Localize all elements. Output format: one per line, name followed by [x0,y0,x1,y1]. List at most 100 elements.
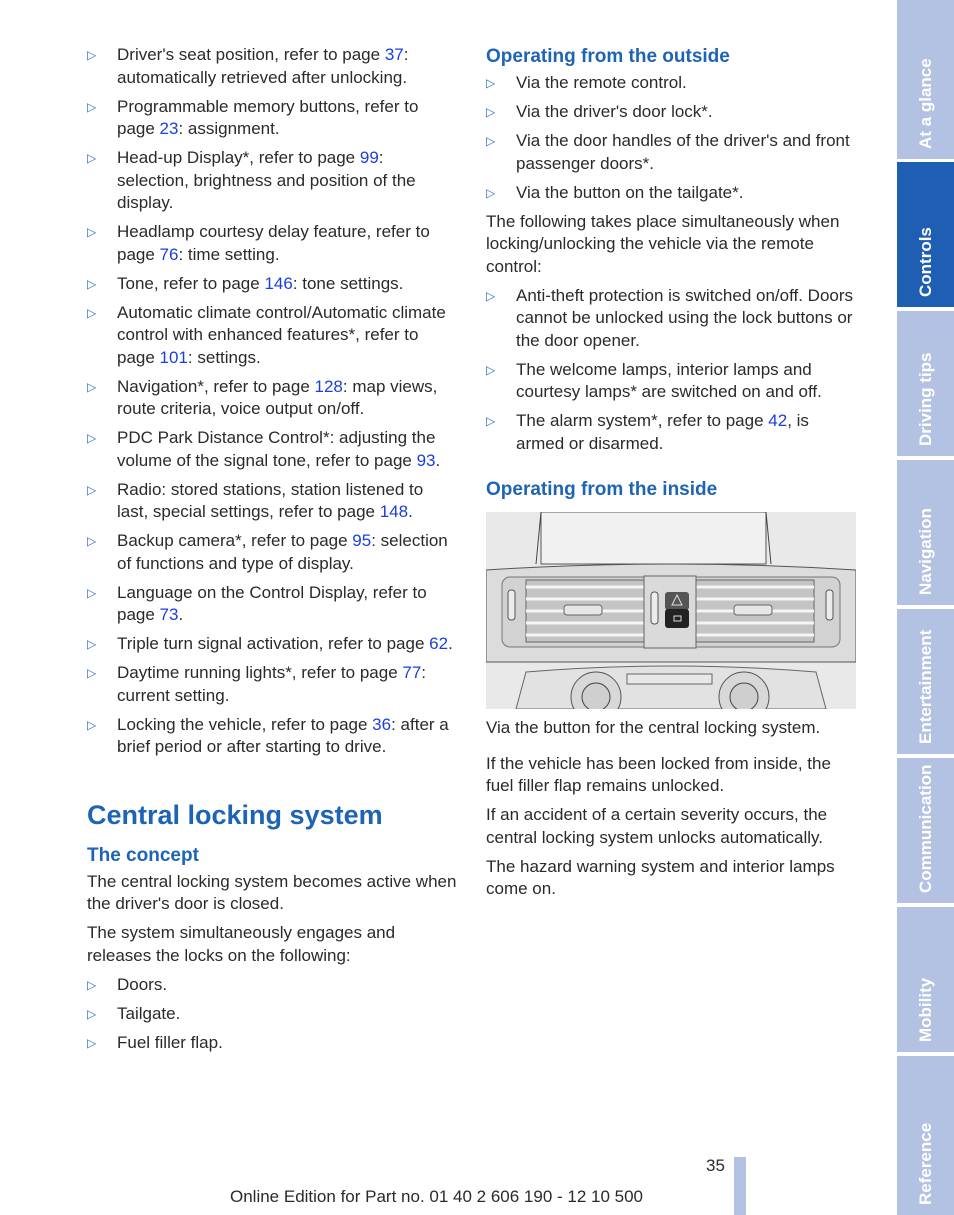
tab-controls[interactable]: Controls [897,162,954,307]
item-text: Via the driver's door lock*. [516,102,713,121]
item-text: PDC Park Distance Control*: adjusting th… [117,428,436,470]
page-reference-link[interactable]: 146 [264,274,292,293]
item-text: Locking the vehicle, refer to page [117,714,373,734]
tab-label: Entertainment [915,629,935,744]
bullet-triangle-icon: ▷ [87,717,97,732]
section-title: Central locking system [87,799,383,830]
list-item: ▷ Doors. [87,974,459,997]
bullet-triangle-icon: ▷ [87,151,97,165]
bullet-triangle-icon: ▷ [87,977,97,992]
bullet-triangle-icon: ▷ [486,76,496,90]
inside-heading: Operating from the inside [486,479,718,500]
item-text: Head-up Display*, refer to page [117,148,360,167]
list-item: ▷ Via the driver's door lock*. [486,101,858,124]
item-text: Anti-theft protection is switched on/off… [516,285,854,350]
tab-at-a-glance[interactable]: At a glance [897,0,954,159]
bullet-triangle-icon: ▷ [486,414,496,428]
page-reference-link[interactable]: 128 [315,377,343,396]
page-reference-link[interactable]: 76 [160,245,179,264]
item-text: : settings. [187,347,261,367]
list-item: ▷ Head-up Display*, refer to page 99: sel… [87,147,459,215]
bullet-triangle-icon: ▷ [486,362,496,377]
item-text: Driver's seat position, refer to page [117,45,385,64]
console-illustration [486,512,856,709]
concept-heading: The concept [87,844,199,866]
page-reference-link[interactable]: 95 [352,531,371,550]
tab-mobility[interactable]: Mobility [897,907,954,1052]
concept-list: ▷ Doors. ▷ Tailgate. ▷ Fuel filler flap. [87,974,459,1055]
page-reference-link[interactable]: 93 [417,451,436,470]
item-text: : tone settings. [292,273,404,293]
item-text: Daytime running lights*, refer to page [117,663,403,682]
list-item: ▷ Via the button on the tailgate*. [486,182,858,205]
bullet-triangle-icon: ▷ [87,1035,97,1050]
page-reference-link[interactable]: 73 [160,605,179,624]
list-item: ▷ Headlamp courtesy delay feature, refer … [87,221,459,266]
chapter-tab-sidebar: At a glance Controls Driving tips Naviga… [897,0,954,1215]
item-text: Tailgate. [117,1003,181,1023]
bullet-triangle-icon: ▷ [87,534,97,548]
bullet-triangle-icon: ▷ [87,305,97,320]
tab-communication[interactable]: Communication [897,758,954,903]
page-reference-link[interactable]: 42 [768,411,787,430]
list-item: ▷ Daytime running lights*, refer to page … [87,662,459,707]
outside-para: The following takes place simultaneously… [486,211,840,276]
item-text: The alarm system*, refer to page [516,411,769,430]
list-item: ▷ Via the door handles of the driver's an… [486,130,858,175]
list-item: ▷ Anti-theft protection is switched on/of… [486,285,858,353]
tab-driving-tips[interactable]: Driving tips [897,311,954,456]
bullet-triangle-icon: ▷ [486,288,496,303]
bullet-triangle-icon: ▷ [87,379,97,394]
bullet-triangle-icon: ▷ [486,105,496,119]
inside-para-3: The hazard warning system and interior l… [486,856,835,899]
list-item: ▷ Programmable memory buttons, refer to p… [87,96,459,141]
page-reference-link[interactable]: 37 [385,45,404,64]
tab-entertainment[interactable]: Entertainment [897,609,954,754]
page-reference-link[interactable]: 36 [372,715,391,734]
list-item: ▷ Triple turn signal activation, refer to… [87,633,459,656]
effects-list: ▷ Anti-theft protection is switched on/of… [486,285,858,456]
page-reference-link[interactable]: 77 [402,663,421,682]
figure-caption: Via the button for the central locking s… [486,718,821,737]
bullet-triangle-icon: ▷ [486,185,496,200]
settings-list: ▷ Driver's seat position, refer to page 3… [87,44,459,759]
bullet-triangle-icon: ▷ [486,134,496,148]
page-reference-link[interactable]: 148 [380,502,408,521]
list-item: ▷ Tailgate. [87,1003,459,1026]
item-text: Triple turn signal activation, refer to … [117,634,430,653]
concept-para-1: The central locking system becomes activ… [87,871,457,914]
bullet-triangle-icon: ▷ [87,225,97,239]
item-text: Navigation*, refer to page [117,376,315,396]
list-item: ▷ Automatic climate control/Automatic cli… [87,302,459,370]
page-reference-link[interactable]: 62 [429,634,448,653]
item-text: Via the remote control. [516,73,687,92]
bullet-triangle-icon: ▷ [87,637,97,651]
list-item: ▷ Driver's seat position, refer to page 3… [87,44,459,89]
list-item: ▷ Backup camera*, refer to page 95: selec… [87,530,459,575]
tab-label: Mobility [915,977,935,1042]
tab-label: Controls [915,227,935,297]
tab-label: At a glance [915,58,935,149]
item-text: . [435,450,441,470]
page-number: 35 [706,1156,725,1175]
page-reference-link[interactable]: 101 [160,348,188,367]
item-text: Doors. [117,974,168,994]
item-text: Radio: stored stations, station listened… [117,479,424,522]
list-item: ▷ Via the remote control. [486,72,858,95]
inside-para-1: If the vehicle has been locked from insi… [486,753,831,796]
item-text: Fuel filler flap. [117,1032,223,1052]
item-text: Via the button on the tailgate*. [516,182,744,202]
page-reference-link[interactable]: 23 [160,119,179,138]
item-text: The welcome lamps, interior lamps and co… [516,359,822,402]
bullet-triangle-icon: ▷ [87,431,97,445]
outside-list: ▷ Via the remote control. ▷ Via the driver'… [486,72,858,204]
tab-navigation[interactable]: Navigation [897,460,954,605]
item-text: : time setting. [178,244,280,264]
tab-label: Communication [915,764,935,893]
list-item: ▷ Navigation*, refer to page 128: map vie… [87,376,459,421]
item-text: Tone, refer to page [117,273,265,293]
page-reference-link[interactable]: 99 [360,148,379,167]
list-item: ▷ The welcome lamps, interior lamps and c… [486,359,858,404]
tab-reference[interactable]: Reference [897,1056,954,1215]
item-text: Via the door handles of the driver's and… [516,131,850,173]
